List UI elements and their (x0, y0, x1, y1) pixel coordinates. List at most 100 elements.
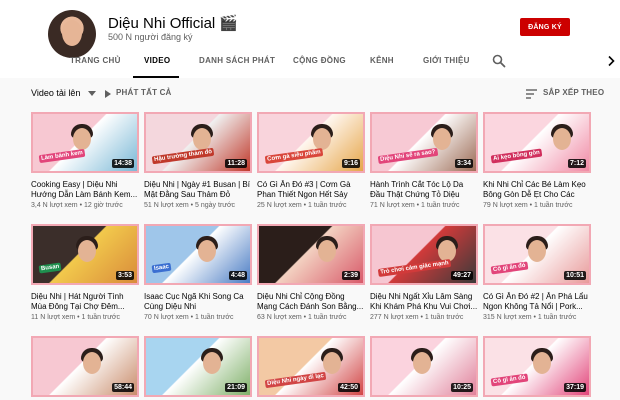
upload-age: 1 tuần trước (534, 202, 573, 209)
video-title[interactable]: Có Gì Ăn Đó #3 | Cơm Gà Phan Thiết Ngon … (257, 180, 365, 200)
view-count: 79 N lượt xem (483, 202, 528, 209)
thumbnail-caption: Làm bánh kem (38, 148, 86, 164)
upload-age: 1 tuần trước (195, 314, 234, 321)
view-count: 51 N lượt xem (144, 202, 189, 209)
video-title[interactable]: Diệu Nhi | Hát Người Tình Mùa Đông Tại C… (31, 292, 139, 312)
tab-community[interactable]: CỘNG ĐỒNG (293, 56, 346, 65)
upload-age: 1 tuần trước (308, 314, 347, 321)
thumbnail-figure-face (533, 352, 551, 374)
video-duration: 11:28 (225, 159, 247, 168)
tab-about[interactable]: GIỚI THIỆU (423, 56, 470, 65)
video-duration: 14:38 (112, 159, 134, 168)
video-meta: 79 N lượt xem • 1 tuần trước (483, 202, 573, 209)
video-thumbnail[interactable]: Diệu Nhi ngày đi lạc 42:50 (257, 336, 365, 397)
video-duration: 49:27 (451, 271, 473, 280)
video-meta: 70 N lượt xem • 1 tuần trước (144, 314, 234, 321)
thumbnail-figure-face (193, 128, 211, 150)
play-all-button[interactable]: PHÁT TẤT CẢ (116, 88, 172, 97)
search-icon[interactable] (492, 54, 506, 68)
upload-age: 1 tuần trước (81, 314, 120, 321)
tab-home[interactable]: TRANG CHỦ (70, 56, 121, 65)
channel-header: Diệu Nhi Official 🎬 500 N người đăng ký … (0, 0, 620, 78)
video-duration: 3:53 (115, 271, 134, 280)
uploads-toolbar: Video tải lên PHÁT TẤT CẢ SẮP XẾP THEO (0, 84, 620, 104)
thumbnail-caption: Ai kẹo bông gòn (490, 148, 543, 164)
thumbnail-caption: Diệu Nhi ngày đi lạc (264, 371, 327, 389)
video-thumbnail[interactable]: Trò chơi cảm giác mạnh 49:27 (370, 224, 478, 285)
upload-age: 1 tuần trước (421, 202, 460, 209)
video-title[interactable]: Diệu Nhi | Ngày #1 Busan | Bí Mật Đằng S… (144, 180, 252, 200)
chevron-right-icon[interactable] (606, 55, 616, 67)
thumbnail-figure-face (83, 352, 101, 374)
thumbnail-figure-face (413, 352, 431, 374)
thumbnail-caption: Có gì ăn đó (490, 373, 529, 387)
tab-videos[interactable]: VIDEO (144, 56, 170, 65)
video-meta: 277 N lượt xem • 1 tuần trước (370, 314, 463, 321)
thumbnail-figure-face (198, 240, 216, 262)
thumbnail-caption: Diệu Nhi sẽ ra sao? (377, 147, 438, 165)
sort-icon[interactable] (526, 89, 537, 99)
view-count: 11 N lượt xem (31, 314, 76, 321)
view-count: 25 N lượt xem (257, 202, 302, 209)
upload-age: 5 ngày trước (195, 202, 236, 209)
sort-by-button[interactable]: SẮP XẾP THEO (543, 88, 604, 97)
video-thumbnail[interactable]: Ai kẹo bông gòn 7:12 (483, 112, 591, 173)
tab-playlists[interactable]: DANH SÁCH PHÁT (199, 56, 275, 65)
video-thumbnail[interactable]: Diệu Nhi sẽ ra sao? 3:34 (370, 112, 478, 173)
upload-age: 1 tuần trước (424, 314, 464, 321)
video-duration: 42:50 (338, 383, 360, 392)
video-thumbnail[interactable]: 21:09 (144, 336, 252, 397)
video-thumbnail[interactable]: Busan 3:53 (31, 224, 139, 285)
tab-channels[interactable]: KÊNH (370, 56, 394, 65)
video-thumbnail[interactable]: Có gì ăn đó 37:19 (483, 336, 591, 397)
thumbnail-figure-face (323, 352, 341, 374)
video-title[interactable]: Diệu Nhi Chỉ Cộng Đồng Mạng Cách Đánh So… (257, 292, 365, 312)
video-thumbnail[interactable]: 58:44 (31, 336, 139, 397)
view-count: 70 N lượt xem (144, 314, 189, 321)
upload-age: 12 giờ trước (83, 202, 123, 209)
view-count: 71 N lượt xem (370, 202, 415, 209)
thumbnail-caption: Có gì ăn đó (490, 261, 529, 275)
subscribe-button[interactable]: ĐĂNG KÝ (520, 18, 570, 36)
view-count: 3,4 N lượt xem (31, 202, 78, 209)
thumbnail-figure-face (528, 240, 546, 262)
thumbnail-figure-face (313, 128, 331, 150)
subscriber-count: 500 N người đăng ký (108, 32, 193, 42)
video-thumbnail[interactable]: Isaac 4:48 (144, 224, 252, 285)
video-thumbnail[interactable]: Cơm gà siêu phẩm 9:16 (257, 112, 365, 173)
video-meta: 63 N lượt xem • 1 tuần trước (257, 314, 347, 321)
video-duration: 3:34 (454, 159, 473, 168)
video-title[interactable]: Cooking Easy | Diệu Nhi Hướng Dẫn Làm Bá… (31, 180, 139, 200)
channel-name: Diệu Nhi Official 🎬 (108, 15, 239, 32)
video-duration: 10:51 (564, 271, 586, 280)
video-meta: 71 N lượt xem • 1 tuần trước (370, 202, 460, 209)
video-meta: 11 N lượt xem • 1 tuần trước (31, 314, 120, 321)
caret-down-icon[interactable] (88, 91, 96, 97)
video-title[interactable]: Isaac Cục Ngã Khi Song Ca Cùng Diệu Nhi (144, 292, 252, 312)
video-thumbnail[interactable]: 2:39 (257, 224, 365, 285)
play-icon (105, 90, 111, 98)
thumbnail-figure-face (78, 240, 96, 262)
video-title[interactable]: Diệu Nhi Ngất Xỉu Lâm Sàng Khi Khám Phá … (370, 292, 478, 312)
video-duration: 58:44 (112, 383, 134, 392)
video-title[interactable]: Có Gì Ăn Đó #2 | Ăn Phá Lẩu Ngon Không T… (483, 292, 591, 312)
video-title[interactable]: Khi Nhi Chỉ Các Bé Làm Kẹo Bông Gòn Dễ Ẹ… (483, 180, 591, 200)
video-meta: 3,4 N lượt xem • 12 giờ trước (31, 202, 123, 209)
video-meta: 25 N lượt xem • 1 tuần trước (257, 202, 347, 209)
video-duration: 9:16 (341, 159, 360, 168)
thumbnail-figure-face (553, 128, 571, 150)
video-thumbnail[interactable]: Hậu trường thảm đỏ 11:28 (144, 112, 252, 173)
video-title[interactable]: Hành Trình Cắt Tóc Lộ Da Đầu Thật Chứng … (370, 180, 478, 200)
video-thumbnail[interactable]: Có gì ăn đó 10:51 (483, 224, 591, 285)
view-count: 63 N lượt xem (257, 314, 302, 321)
thumbnail-caption: Isaac (151, 262, 172, 274)
thumbnail-caption: Trò chơi cảm giác mạnh (377, 258, 452, 278)
upload-age: 1 tuần trước (308, 202, 347, 209)
video-duration: 10:25 (451, 383, 473, 392)
uploads-dropdown-label[interactable]: Video tải lên (31, 88, 80, 98)
thumbnail-figure-face (433, 128, 451, 150)
channel-tabs: TRANG CHỦ VIDEO DANH SÁCH PHÁT CỘNG ĐỒNG… (0, 48, 620, 78)
video-thumbnail[interactable]: Làm bánh kem 14:38 (31, 112, 139, 173)
video-duration: 2:39 (341, 271, 360, 280)
video-thumbnail[interactable]: 10:25 (370, 336, 478, 397)
